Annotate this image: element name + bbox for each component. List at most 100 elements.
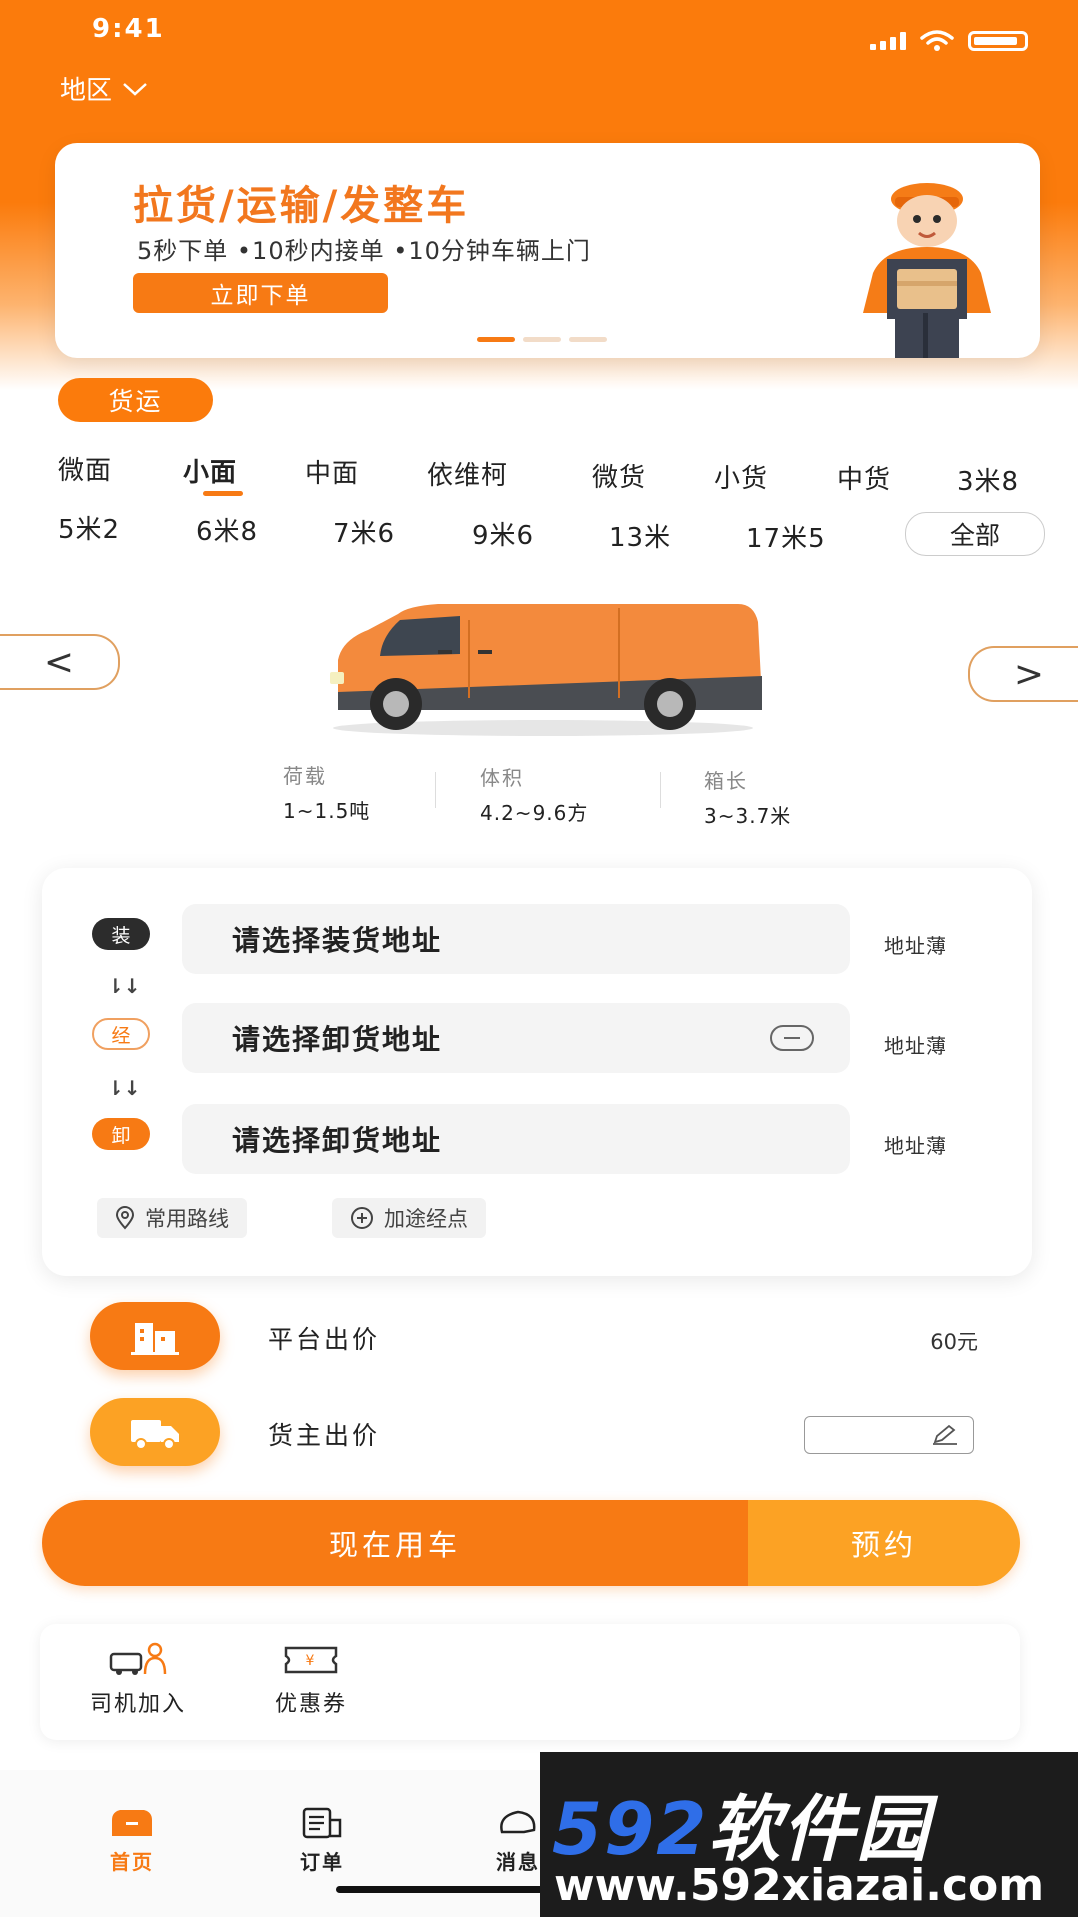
via-address-input[interactable]: 请选择卸货地址	[182, 1003, 850, 1073]
load-address-input[interactable]: 请选择装货地址	[182, 904, 850, 974]
plus-circle-icon	[351, 1207, 373, 1229]
spec-label: 荷载	[283, 764, 327, 788]
vehicle-type-option[interactable]: 微面	[58, 450, 112, 487]
chevron-down-icon	[123, 82, 147, 96]
platform-price-label: 平台出价	[268, 1325, 381, 1354]
vehicle-type-option[interactable]: 3米8	[957, 461, 1019, 498]
spec-length: 箱长 3~3.7米	[704, 765, 791, 829]
add-stop-button[interactable]: 加途经点	[332, 1198, 486, 1238]
region-selector[interactable]: 地区	[60, 70, 148, 107]
wifi-icon	[920, 30, 954, 51]
home-icon	[112, 1810, 152, 1836]
vehicle-type-option[interactable]: 6米8	[196, 511, 258, 548]
carousel-dot	[569, 337, 607, 342]
chevron-right-icon: >	[1013, 653, 1045, 695]
region-label: 地区	[60, 76, 113, 106]
tab-home-label: 首页	[110, 1850, 154, 1874]
all-types-button[interactable]: 全部	[905, 512, 1045, 556]
order-now-button[interactable]: 立即下单	[133, 273, 388, 313]
vehicle-type-option[interactable]: 17米5	[746, 518, 826, 555]
tab-orders[interactable]: 订单	[298, 1806, 346, 1875]
tab-messages[interactable]: 消息	[494, 1806, 542, 1875]
next-vehicle-button[interactable]: >	[968, 646, 1078, 702]
carousel-dots	[477, 337, 607, 342]
route-connector: ⇂↓	[107, 1076, 141, 1100]
order-action-bar: 现在用车 预约	[42, 1500, 1020, 1586]
carousel-dot	[477, 337, 515, 342]
vehicle-type-option[interactable]: 5米2	[58, 509, 120, 546]
reserve-button[interactable]: 预约	[748, 1500, 1020, 1586]
spec-value: 3~3.7米	[704, 804, 792, 828]
vehicle-type-option[interactable]: 小货	[714, 458, 768, 495]
prev-vehicle-button[interactable]: <	[0, 634, 120, 690]
coupon-link[interactable]: ¥ 优惠券	[275, 1642, 347, 1718]
vehicle-type-option[interactable]: 9米6	[472, 515, 534, 552]
tab-home[interactable]: 首页	[108, 1806, 156, 1875]
message-icon	[500, 1810, 536, 1834]
coupon-label: 优惠券	[275, 1692, 348, 1717]
shipper-price-row[interactable]: 货主出价	[90, 1398, 990, 1478]
spec-label: 箱长	[704, 769, 748, 793]
spec-value: 1~1.5吨	[283, 799, 371, 823]
vehicle-type-option[interactable]: 7米6	[333, 513, 395, 550]
battery-icon	[968, 31, 1028, 51]
status-time: 9:41	[92, 14, 165, 44]
via-badge: 经	[92, 1018, 150, 1050]
platform-price-value: 60元	[930, 1330, 978, 1354]
banner-subtitle: 5秒下单 •10秒内接单 •10分钟车辆上门	[137, 237, 591, 265]
status-bar: 9:41	[0, 0, 1078, 60]
watermark-url: www.592xiazai.com	[554, 1860, 1045, 1911]
shipper-price-label: 货主出价	[268, 1421, 381, 1450]
address-card: 装 ⇂↓ 经 ⇂↓ 卸 请选择装货地址 请选择卸货地址 请选择卸货地址 地址薄 …	[42, 868, 1032, 1276]
driver-join-icon	[109, 1642, 167, 1675]
use-car-now-button[interactable]: 现在用车	[42, 1500, 748, 1586]
promo-banner[interactable]: 拉货/运输/发整车 5秒下单 •10秒内接单 •10分钟车辆上门 立即下单	[55, 143, 1040, 358]
spec-volume: 体积 4.2~9.6方	[480, 762, 588, 826]
order-icon	[302, 1807, 342, 1839]
watermark-logo: 592软件园 www.592xiazai.com	[540, 1752, 1078, 1917]
quick-links-card: 司机加入 ¥ 优惠券	[40, 1624, 1020, 1740]
signal-icon	[870, 32, 906, 50]
svg-text:¥: ¥	[306, 1653, 317, 1669]
load-badge: 装	[92, 918, 150, 950]
watermark-brand-number: 592	[552, 1787, 709, 1871]
spec-divider	[660, 772, 661, 808]
watermark-brand-text: 软件园	[708, 1787, 931, 1871]
courier-illustration	[863, 183, 991, 358]
vehicle-type-option[interactable]: 中货	[837, 459, 891, 496]
tab-messages-label: 消息	[496, 1850, 540, 1874]
common-routes-label: 常用路线	[145, 1207, 229, 1231]
building-icon	[90, 1302, 220, 1370]
tab-orders-label: 订单	[300, 1850, 344, 1874]
unload-address-input[interactable]: 请选择卸货地址	[182, 1104, 850, 1174]
driver-join-label: 司机加入	[90, 1692, 187, 1717]
via-address-placeholder: 请选择卸货地址	[232, 1023, 443, 1056]
address-book-link[interactable]: 地址薄	[884, 1030, 947, 1059]
vehicle-type-option-active[interactable]: 小面	[183, 452, 237, 489]
location-pin-icon	[115, 1206, 135, 1230]
freight-chip[interactable]: 货运	[58, 378, 213, 422]
driver-join-link[interactable]: 司机加入	[90, 1642, 186, 1718]
vehicle-type-option[interactable]: 中面	[305, 453, 359, 490]
shipper-price-input[interactable]	[804, 1416, 974, 1454]
banner-title: 拉货/运输/发整车	[133, 183, 470, 229]
truck-icon	[90, 1398, 220, 1466]
status-icons	[870, 30, 1028, 52]
remove-stop-icon[interactable]	[770, 1025, 814, 1051]
common-routes-button[interactable]: 常用路线	[97, 1198, 247, 1238]
pencil-icon	[933, 1424, 957, 1445]
address-book-link[interactable]: 地址薄	[884, 1130, 947, 1159]
unload-badge: 卸	[92, 1118, 150, 1150]
coupon-icon: ¥	[284, 1646, 338, 1674]
spec-label: 体积	[480, 766, 524, 790]
add-stop-label: 加途经点	[384, 1207, 468, 1231]
vehicle-type-option[interactable]: 微货	[592, 457, 646, 494]
carousel-dot	[523, 337, 561, 342]
chevron-left-icon: <	[43, 641, 75, 683]
spec-divider	[435, 772, 436, 808]
vehicle-type-option[interactable]: 13米	[609, 517, 671, 554]
route-connector: ⇂↓	[107, 974, 141, 998]
vehicle-type-option[interactable]: 依维柯	[427, 455, 508, 492]
address-book-link[interactable]: 地址薄	[884, 930, 947, 959]
platform-price-row[interactable]: 平台出价 60元	[90, 1302, 990, 1382]
